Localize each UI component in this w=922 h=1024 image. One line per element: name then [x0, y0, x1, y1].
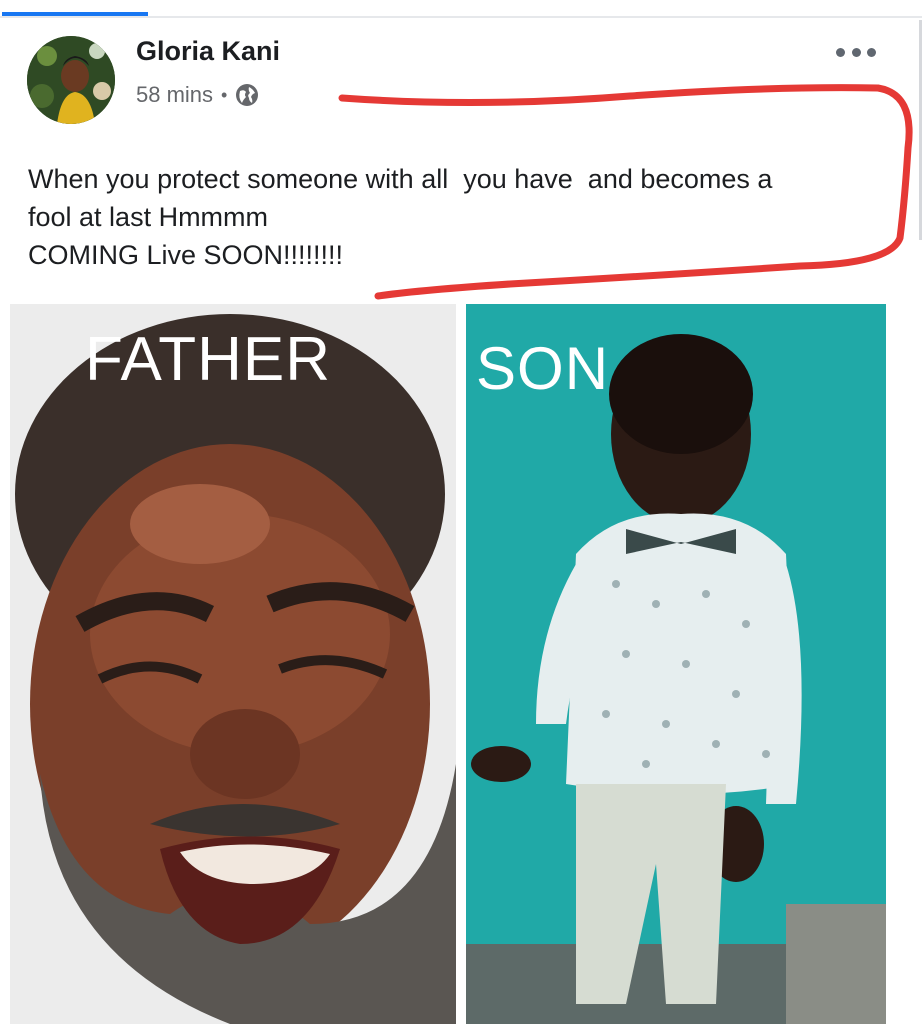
- son-image: [466, 304, 886, 1024]
- avatar-image: [27, 36, 115, 124]
- post-meta: 58 mins •: [136, 82, 259, 108]
- right-margin: [886, 304, 922, 1024]
- author-name[interactable]: Gloria Kani: [136, 36, 280, 67]
- son-photo[interactable]: SON: [466, 304, 886, 1024]
- post-text-line-2: fool at last Hmmmm: [28, 202, 269, 232]
- father-caption: FATHER: [85, 325, 331, 394]
- meta-separator: •: [221, 84, 228, 105]
- father-photo[interactable]: FATHER: [10, 304, 456, 1024]
- author-avatar[interactable]: [27, 36, 115, 124]
- father-image: [10, 304, 456, 1024]
- post-text: When you protect someone with all you ha…: [28, 160, 888, 274]
- facebook-post: Gloria Kani 58 mins • When you protect s…: [0, 0, 922, 1024]
- post-time[interactable]: 58 mins: [136, 82, 213, 108]
- son-caption: SON: [476, 335, 610, 402]
- top-divider: [0, 16, 922, 18]
- post-text-line-3: COMING Live SOON!!!!!!!!: [28, 240, 344, 270]
- post-text-line-1: When you protect someone with all you ha…: [28, 164, 773, 194]
- more-options-icon[interactable]: [836, 40, 876, 64]
- globe-icon[interactable]: [235, 83, 259, 107]
